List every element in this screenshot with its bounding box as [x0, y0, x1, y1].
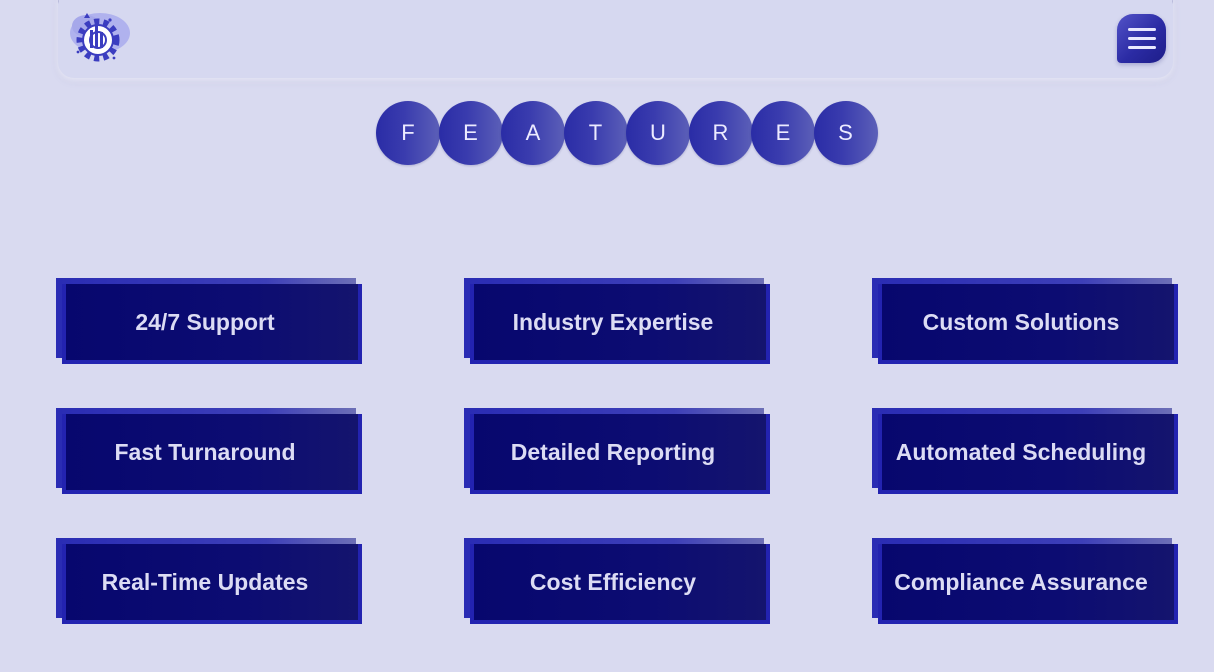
feature-card-custom-solutions[interactable]: Custom Solutions [872, 278, 1178, 364]
header-bar [58, 0, 1173, 78]
features-title: F E A T U R E S [376, 101, 878, 165]
page: F E A T U R E S 24/7 Support Industry Ex… [0, 0, 1214, 672]
menu-bar-icon [1128, 46, 1156, 49]
feature-card-reporting[interactable]: Detailed Reporting [464, 408, 770, 494]
menu-bar-icon [1128, 37, 1156, 40]
title-letter: U [626, 101, 690, 165]
feature-card-scheduling[interactable]: Automated Scheduling [872, 408, 1178, 494]
title-letter: E [751, 101, 815, 165]
feature-card-cost[interactable]: Cost Efficiency [464, 538, 770, 624]
feature-label: Compliance Assurance [894, 568, 1148, 595]
title-letter: T [563, 101, 628, 165]
logo-icon[interactable] [64, 8, 134, 70]
feature-label: Custom Solutions [922, 308, 1120, 335]
title-letter: R [688, 101, 753, 165]
feature-card-turnaround[interactable]: Fast Turnaround [56, 408, 362, 494]
feature-label: Cost Efficiency [529, 568, 697, 595]
title-letter: S [813, 101, 878, 165]
feature-label: Industry Expertise [512, 308, 714, 335]
title-letter: F [376, 101, 440, 165]
feature-card-support[interactable]: 24/7 Support [56, 278, 362, 364]
menu-bar-icon [1128, 28, 1156, 31]
feature-label: Real-Time Updates [101, 568, 309, 595]
feature-label: Detailed Reporting [510, 438, 716, 465]
title-letter: E [438, 101, 503, 165]
feature-label: Fast Turnaround [114, 438, 296, 465]
feature-label: 24/7 Support [135, 308, 275, 335]
feature-card-realtime[interactable]: Real-Time Updates [56, 538, 362, 624]
feature-card-expertise[interactable]: Industry Expertise [464, 278, 770, 364]
menu-button[interactable] [1117, 14, 1166, 63]
title-letter: A [501, 101, 565, 165]
feature-card-compliance[interactable]: Compliance Assurance [872, 538, 1178, 624]
feature-label: Automated Scheduling [895, 438, 1147, 465]
